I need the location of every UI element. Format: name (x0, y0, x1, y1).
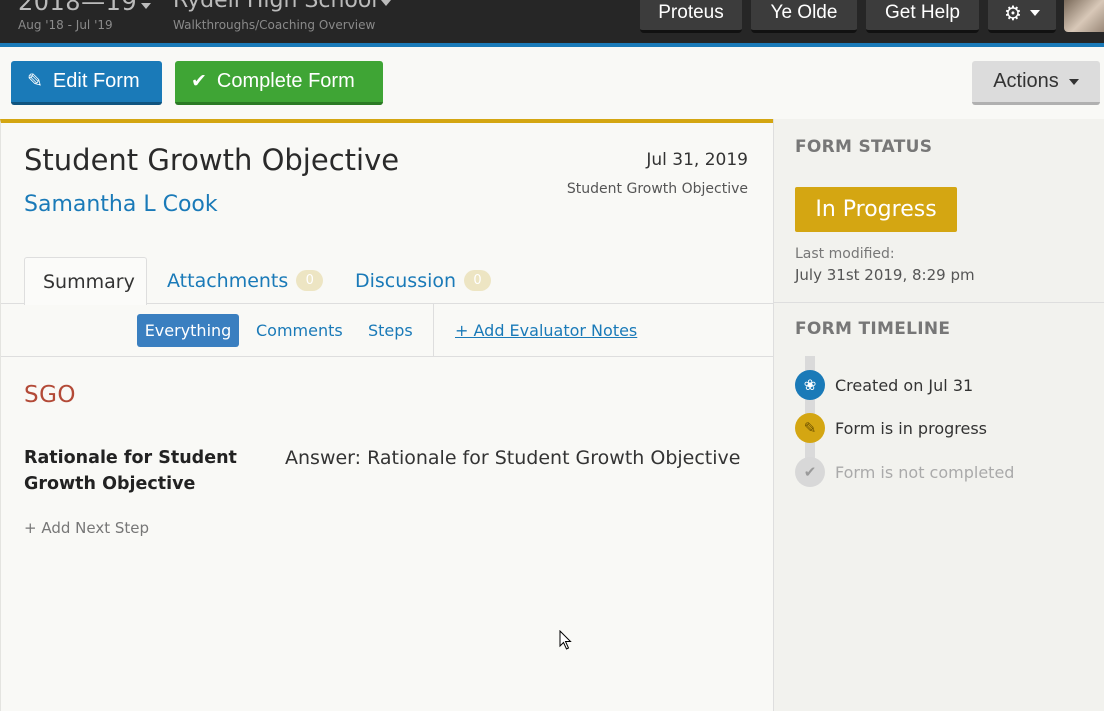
chevron-down-icon (141, 2, 152, 9)
school-selector[interactable]: Rydell High School (173, 0, 392, 13)
question-answer: Answer: Rationale for Student Growth Obj… (285, 447, 741, 469)
tab-discussion[interactable]: Discussion 0 (355, 257, 492, 304)
school-label: Rydell High School (173, 0, 378, 13)
complete-form-label: Complete Form (216, 70, 355, 92)
tab-summary[interactable]: Summary (24, 257, 147, 305)
chevron-down-icon (381, 0, 392, 6)
filter-steps[interactable]: Steps (368, 314, 413, 347)
top-nav-bar: 2018—19 Aug '18 - Jul '19 Rydell High Sc… (0, 0, 1104, 43)
edit-form-label: Edit Form (52, 70, 140, 92)
form-timeline-heading: FORM TIMELINE (795, 319, 951, 339)
pencil-icon: ✎ (795, 413, 825, 443)
check-icon: ✔ (191, 71, 207, 92)
pencil-icon: ✎ (27, 71, 43, 92)
mouse-pointer-icon (559, 630, 572, 650)
edit-form-button[interactable]: ✎ Edit Form (11, 61, 162, 105)
form-type: Student Growth Objective (566, 181, 748, 197)
nav-proteus-button[interactable]: Proteus (640, 0, 742, 33)
actions-dropdown-button[interactable]: Actions (972, 61, 1100, 105)
chevron-down-icon (1029, 10, 1040, 16)
chevron-down-icon (1068, 78, 1079, 85)
timeline-item-created: Created on Jul 31 (835, 376, 974, 395)
tab-attachments-label: Attachments (167, 269, 289, 292)
question-label: Rationale for Student Growth Objective (24, 448, 237, 494)
filter-everything[interactable]: Everything (137, 314, 239, 347)
form-toolbar: ✎ Edit Form ✔ Complete Form Actions (0, 47, 1104, 119)
breadcrumb: Walkthroughs/Coaching Overview (173, 18, 376, 32)
attachments-count-badge: 0 (296, 270, 324, 291)
timeline-item-not-completed: Form is not completed (835, 463, 1015, 482)
nav-ye-olde-button[interactable]: Ye Olde (751, 0, 857, 33)
divider (774, 302, 1104, 303)
discussion-count-badge: 0 (464, 270, 492, 291)
add-next-step-link[interactable]: + Add Next Step (24, 519, 149, 537)
person-link[interactable]: Samantha L Cook (24, 192, 218, 217)
add-evaluator-notes-link[interactable]: + Add Evaluator Notes (455, 314, 637, 347)
filter-comments[interactable]: Comments (256, 314, 343, 347)
tab-attachments[interactable]: Attachments 0 (167, 257, 324, 304)
complete-form-button[interactable]: ✔ Complete Form (175, 61, 383, 105)
form-side-panel: FORM STATUS In Progress Last modified: J… (773, 119, 1104, 711)
year-selector[interactable]: 2018—19 (18, 0, 152, 16)
timeline-item-in-progress: Form is in progress (835, 419, 987, 438)
summary-filter-bar: Everything Comments Steps + Add Evaluato… (1, 304, 773, 357)
last-modified-value: July 31st 2019, 8:29 pm (795, 266, 975, 284)
year-range: Aug '18 - Jul '19 (18, 18, 113, 32)
leaf-icon: ❀ (795, 370, 825, 400)
divider (433, 304, 434, 357)
last-modified-label: Last modified: (795, 246, 895, 262)
settings-menu-button[interactable]: ⚙ (988, 0, 1056, 33)
section-heading: SGO (24, 382, 77, 408)
nav-get-help-button[interactable]: Get Help (866, 0, 979, 33)
form-tabs: Summary Attachments 0 Discussion 0 (1, 257, 773, 305)
form-main-panel: Student Growth Objective Samantha L Cook… (0, 119, 773, 711)
actions-label: Actions (993, 70, 1059, 92)
form-status-heading: FORM STATUS (795, 137, 933, 157)
page-title: Student Growth Objective (24, 143, 400, 177)
avatar[interactable] (1064, 0, 1104, 32)
year-label: 2018—19 (18, 0, 138, 16)
form-date: Jul 31, 2019 (646, 150, 748, 170)
gear-icon: ⚙ (1004, 2, 1022, 25)
tab-discussion-label: Discussion (355, 269, 457, 292)
status-badge: In Progress (795, 187, 957, 232)
check-icon: ✔ (795, 457, 825, 487)
